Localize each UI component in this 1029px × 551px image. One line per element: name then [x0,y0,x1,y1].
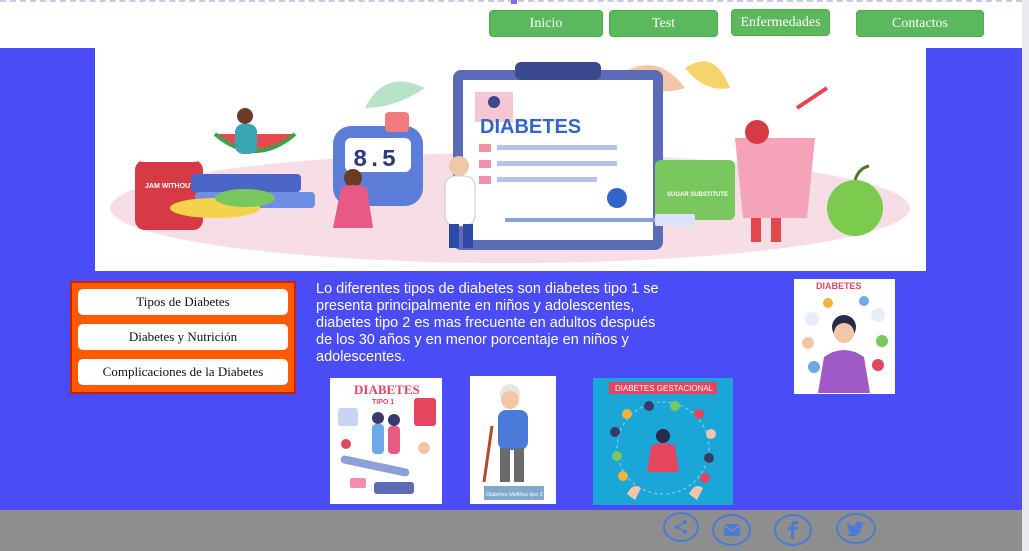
side-menu-panel: Tipos de Diabetes Diabetes y Nutrición C… [70,281,296,394]
diabetes-tipo2-image: Diabetes Mellitus tipo 2 [470,376,556,504]
nav-enfermedades-button[interactable]: Enfermedades [731,9,830,36]
diabetes-tipo1-image: DIABETES TIPO 1 [330,378,442,504]
diabetes-banner-image: DIABETES 8.5 JAM WITHOUT SUGAR SUGAR SUB… [95,48,926,271]
side-image-title: DIABETES [816,281,862,291]
banner-title: DIABETES [480,116,581,138]
gestacional-title: DIABETES GESTACIONAL [615,384,714,393]
twitter-icon[interactable] [836,513,876,544]
tipo2-caption: Diabetes Mellitus tipo 2 [486,492,543,498]
sugar-substitute-label: SUGAR SUBSTITUTE [667,192,728,198]
nav-test-button[interactable]: Test [609,10,718,37]
glucometer-reading: 8.5 [353,147,396,174]
facebook-icon[interactable] [774,514,812,546]
nav-contactos-button[interactable]: Contactos [856,10,984,37]
diabetes-nutricion-button[interactable]: Diabetes y Nutrición [78,324,288,350]
share-icon[interactable] [663,512,699,542]
complicaciones-diabetes-button[interactable]: Complicaciones de la Diabetes [78,359,288,385]
diabetes-side-image: DIABETES [794,279,895,394]
nav-inicio-button[interactable]: Inicio [489,10,603,37]
mail-icon[interactable] [712,514,751,546]
vertical-scrollbar[interactable] [1022,0,1029,551]
tipo1-subtitle: TIPO 1 [372,399,394,406]
scroll-marker [511,0,517,4]
tipos-de-diabetes-button[interactable]: Tipos de Diabetes [78,289,288,315]
intro-paragraph: Lo diferentes tipos de diabetes son diab… [316,281,659,365]
diabetes-gestacional-image: DIABETES GESTACIONAL [593,378,733,505]
tipo1-title: DIABETES [354,382,420,397]
